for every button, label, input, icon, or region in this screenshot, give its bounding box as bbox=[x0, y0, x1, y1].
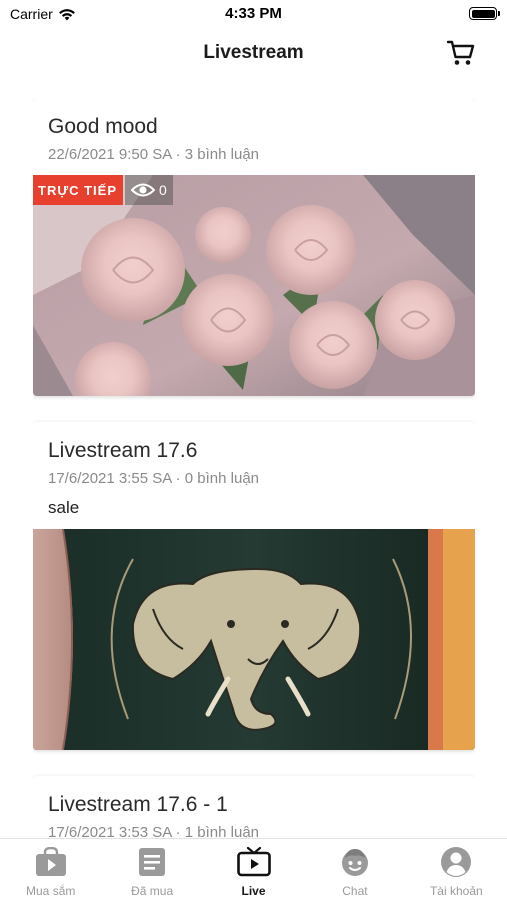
tab-mua-sam[interactable]: Mua sắm bbox=[0, 839, 101, 900]
cart-icon bbox=[446, 40, 475, 65]
page-title: Livestream bbox=[203, 42, 304, 63]
order-list-icon bbox=[135, 845, 169, 879]
livestream-card[interactable]: Livestream 17.6 17/6/2021 3:55 SA · 0 bì… bbox=[33, 422, 475, 750]
elephant-can-image bbox=[33, 529, 475, 750]
card-description: sale bbox=[48, 498, 80, 517]
card-thumbnail[interactable] bbox=[33, 529, 475, 750]
tab-label: Live bbox=[241, 884, 266, 898]
tab-chat[interactable]: Chat bbox=[304, 839, 405, 900]
card-meta: 17/6/2021 3:53 SA · 1 bình luận bbox=[48, 824, 260, 838]
card-title: Livestream 17.6 - 1 bbox=[48, 793, 228, 816]
header: Livestream bbox=[0, 30, 507, 76]
card-meta: 22/6/2021 9:50 SA · 3 bình luận bbox=[48, 146, 260, 163]
status-bar: Carrier 4:33 PM bbox=[0, 0, 507, 28]
chat-face-icon bbox=[338, 845, 372, 879]
cart-button[interactable] bbox=[445, 38, 477, 68]
account-icon bbox=[439, 845, 473, 879]
view-count: 0 bbox=[159, 182, 167, 198]
tab-label: Đã mua bbox=[131, 884, 174, 898]
livestream-feed[interactable]: Good mood 22/6/2021 9:50 SA · 3 bình luậ… bbox=[33, 98, 475, 838]
tab-live[interactable]: Live bbox=[203, 839, 304, 900]
eye-icon bbox=[131, 183, 155, 197]
battery-icon bbox=[469, 7, 500, 20]
views-badge: 0 bbox=[125, 175, 173, 205]
livestream-card[interactable]: Good mood 22/6/2021 9:50 SA · 3 bình luậ… bbox=[33, 98, 475, 396]
status-time: 4:33 PM bbox=[225, 5, 282, 22]
live-badge: TRỰC TIẾP bbox=[33, 175, 124, 205]
card-meta: 17/6/2021 3:55 SA · 0 bình luận bbox=[48, 470, 260, 487]
card-title: Livestream 17.6 bbox=[48, 439, 198, 462]
tab-label: Tài khoản bbox=[429, 884, 483, 898]
tab-tai-khoan[interactable]: Tài khoản bbox=[406, 839, 507, 900]
livestream-card[interactable]: Livestream 17.6 - 1 17/6/2021 3:53 SA · … bbox=[33, 776, 475, 838]
tv-play-icon bbox=[236, 845, 271, 879]
shopping-play-icon bbox=[34, 845, 68, 879]
tab-label: Chat bbox=[342, 884, 368, 898]
tab-bar: Mua sắm Đã mua Live Chat Tài khoản bbox=[0, 838, 507, 900]
tab-label: Mua sắm bbox=[26, 884, 76, 898]
card-title: Good mood bbox=[48, 115, 158, 138]
card-thumbnail[interactable]: TRỰC TIẾP 0 bbox=[33, 175, 475, 396]
roses-image bbox=[33, 175, 475, 396]
tab-da-mua[interactable]: Đã mua bbox=[101, 839, 202, 900]
